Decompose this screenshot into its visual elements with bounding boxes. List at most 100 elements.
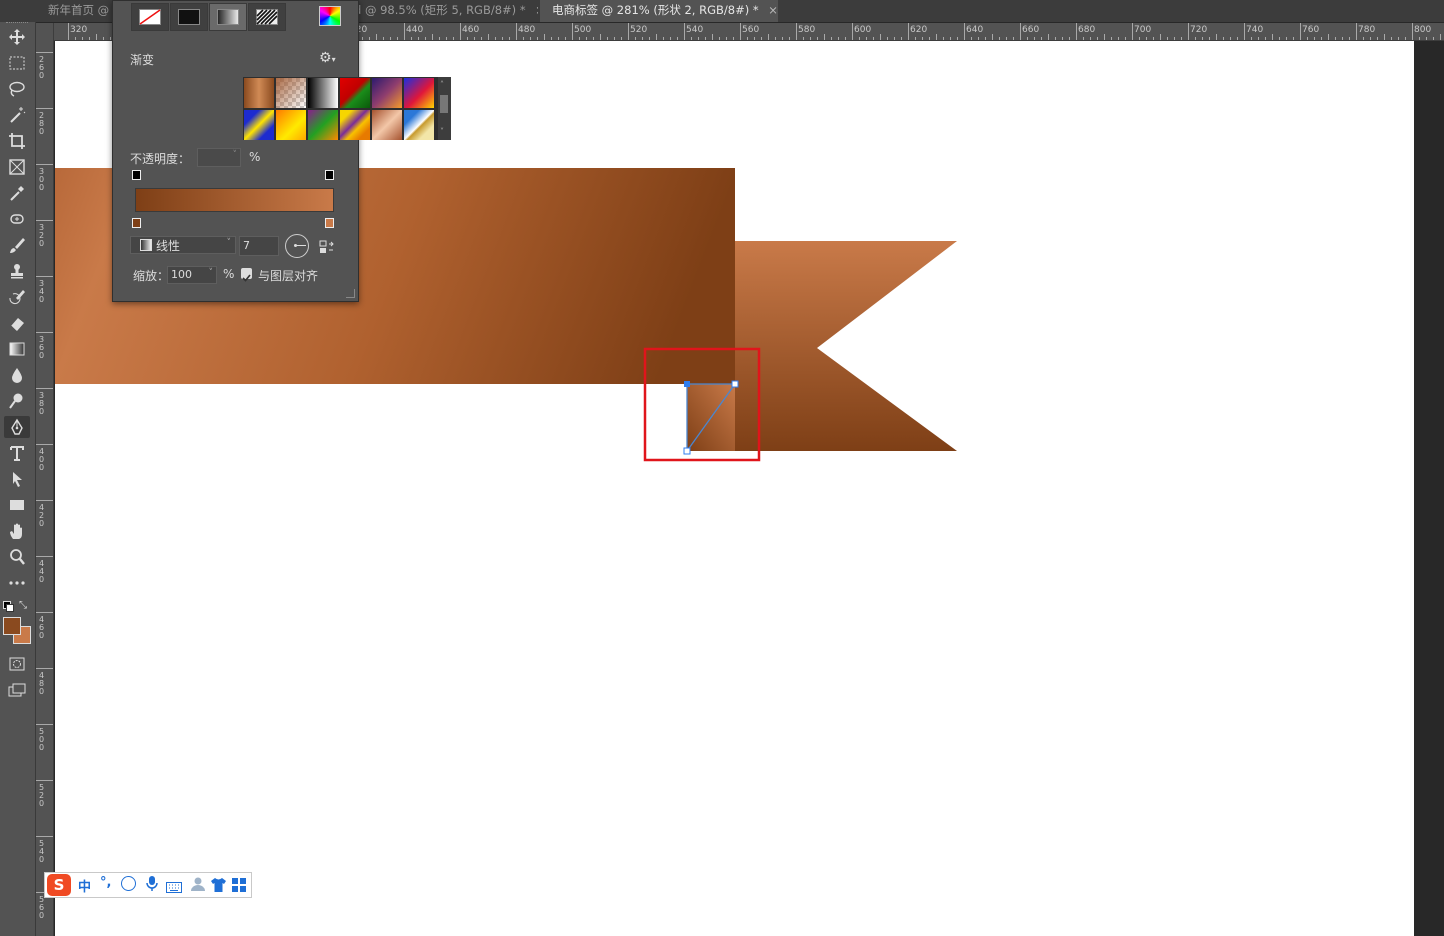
resize-grip-icon[interactable] bbox=[346, 289, 355, 298]
gradient-preset-black-white[interactable] bbox=[308, 78, 338, 108]
healing-brush-icon bbox=[10, 214, 24, 224]
ruler-label: 780 bbox=[1358, 25, 1376, 35]
anchor-point[interactable] bbox=[731, 380, 739, 388]
quick-mask-icon[interactable] bbox=[4, 653, 30, 675]
sogou-logo-icon[interactable]: S bbox=[47, 874, 71, 896]
eyedropper-tool[interactable] bbox=[4, 182, 30, 204]
screen-mode-icon[interactable] bbox=[4, 679, 30, 701]
ruler-tick bbox=[768, 34, 769, 40]
settings-gear-icon[interactable]: ⚙▾ bbox=[319, 50, 336, 66]
gradient-preset-red-green[interactable] bbox=[340, 78, 370, 108]
ruler-label: 680 bbox=[1078, 25, 1096, 35]
gradient-preset-copper[interactable] bbox=[244, 78, 274, 108]
emoji-icon[interactable] bbox=[121, 876, 136, 891]
clone-stamp-tool[interactable] bbox=[4, 260, 30, 282]
ruler-tick bbox=[789, 37, 790, 40]
fill-gradient-button[interactable] bbox=[209, 3, 247, 31]
fill-pattern-button[interactable] bbox=[248, 3, 286, 31]
gradient-preset-blue-yellow-blue[interactable] bbox=[244, 110, 274, 140]
gradient-bar[interactable] bbox=[135, 188, 334, 212]
default-colors-icon[interactable] bbox=[3, 601, 14, 612]
ime-punct-button[interactable]: °, bbox=[100, 875, 111, 890]
rectangle-tool[interactable] bbox=[4, 494, 30, 516]
gradient-preset-orange-yellow[interactable] bbox=[276, 110, 306, 140]
microphone-icon[interactable] bbox=[146, 875, 158, 895]
rectangular-marquee-tool[interactable] bbox=[4, 52, 30, 74]
anchor-point[interactable] bbox=[684, 381, 690, 387]
angle-input[interactable]: 7 bbox=[239, 236, 279, 256]
more-tools[interactable] bbox=[4, 572, 30, 594]
color-stop-left[interactable] bbox=[132, 218, 141, 228]
chevron-down-icon: ˅ bbox=[226, 238, 232, 248]
document-tab-2[interactable]: d @ 98.5% (矩形 5, RGB/8#) * × bbox=[352, 0, 538, 22]
ruler-tick bbox=[376, 34, 377, 40]
ruler-tick bbox=[607, 37, 608, 40]
swap-colors-icon[interactable]: ⤡ bbox=[19, 600, 27, 611]
user-icon[interactable] bbox=[190, 876, 206, 895]
ribbon-tail[interactable] bbox=[735, 241, 957, 451]
ruler-label: 760 bbox=[1302, 25, 1320, 35]
pen-tool[interactable] bbox=[4, 416, 30, 438]
opacity-stop-left[interactable] bbox=[132, 170, 141, 180]
crop-tool[interactable] bbox=[4, 130, 30, 152]
gradient-preset-transparent-checker[interactable] bbox=[276, 78, 306, 108]
opacity-input[interactable]: ˅ bbox=[197, 148, 241, 167]
tab-close-icon[interactable]: × bbox=[535, 3, 538, 17]
toolbox-grid-icon[interactable] bbox=[232, 877, 246, 896]
angle-dial[interactable] bbox=[285, 234, 309, 258]
gradient-preset-violet-green-orange[interactable] bbox=[308, 110, 338, 140]
gradient-preset-chrome[interactable] bbox=[404, 110, 434, 140]
blur-tool[interactable] bbox=[4, 364, 30, 386]
ruler-tick bbox=[565, 37, 566, 40]
scale-input[interactable]: 100 ˅ bbox=[167, 266, 217, 284]
ruler-tick bbox=[1146, 37, 1147, 40]
reverse-gradient-icon[interactable] bbox=[319, 239, 335, 259]
history-brush-tool[interactable] bbox=[4, 286, 30, 308]
gradient-style-select[interactable]: 线性 ˅ bbox=[130, 236, 236, 254]
vertical-ruler[interactable]: 260 280 300 320 340 360 380 400 420 440 460 480 500 5… bbox=[36, 40, 54, 936]
gradient-preset-yellow-violet-orange[interactable] bbox=[340, 110, 370, 140]
hand-tool[interactable] bbox=[4, 520, 30, 542]
document-tab-1[interactable]: 新年首页 @ bbox=[40, 0, 114, 22]
brush-tool[interactable] bbox=[4, 234, 30, 256]
dodge-tool[interactable] bbox=[4, 390, 30, 412]
align-with-layer-checkbox[interactable] bbox=[241, 268, 252, 282]
foreground-color-swatch[interactable] bbox=[3, 617, 21, 635]
ruler-tick bbox=[36, 220, 53, 221]
ruler-tick bbox=[1293, 37, 1294, 40]
ruler-tick bbox=[453, 37, 454, 40]
ruler-tick bbox=[1209, 37, 1210, 40]
ruler-tick bbox=[36, 612, 53, 613]
gradient-preset-blue-red-yellow[interactable] bbox=[404, 78, 434, 108]
gradient-preset-copper-rose[interactable] bbox=[372, 110, 402, 140]
ruler-tick bbox=[1363, 37, 1364, 40]
fill-solid-color-button[interactable] bbox=[170, 3, 208, 31]
skin-shirt-icon[interactable] bbox=[211, 877, 226, 896]
ruler-tick bbox=[1083, 37, 1084, 40]
move-tool[interactable] bbox=[4, 26, 30, 48]
color-picker-button[interactable] bbox=[319, 6, 341, 26]
ruler-tick bbox=[649, 37, 650, 40]
chevron-down-icon[interactable]: ˅ bbox=[233, 150, 238, 160]
anchor-point[interactable] bbox=[683, 447, 691, 455]
magic-wand-tool[interactable] bbox=[4, 104, 30, 126]
gradient-preset-violet-orange[interactable] bbox=[372, 78, 402, 108]
type-tool[interactable] bbox=[4, 442, 30, 464]
keyboard-icon[interactable] bbox=[166, 878, 182, 897]
ruler-label: 280 bbox=[39, 111, 45, 136]
ruler-tick bbox=[1006, 37, 1007, 40]
gradient-tool[interactable] bbox=[4, 338, 30, 360]
opacity-stop-right[interactable] bbox=[325, 170, 334, 180]
tab-close-icon[interactable]: × bbox=[768, 3, 778, 17]
eraser-tool[interactable] bbox=[4, 312, 30, 334]
healing-brush-tool[interactable] bbox=[4, 208, 30, 230]
frame-tool[interactable] bbox=[4, 156, 30, 178]
color-stop-right[interactable] bbox=[325, 218, 334, 228]
fill-none-button[interactable] bbox=[131, 3, 169, 31]
path-selection-tool[interactable] bbox=[4, 468, 30, 490]
ime-mode-button[interactable]: 中 bbox=[78, 876, 91, 895]
presets-scrollbar[interactable]: ˄ ˅ bbox=[438, 77, 451, 140]
lasso-tool[interactable] bbox=[4, 78, 30, 100]
document-tab-3[interactable]: 电商标签 @ 281% (形状 2, RGB/8#) * × bbox=[540, 0, 778, 22]
zoom-tool[interactable] bbox=[4, 546, 30, 568]
